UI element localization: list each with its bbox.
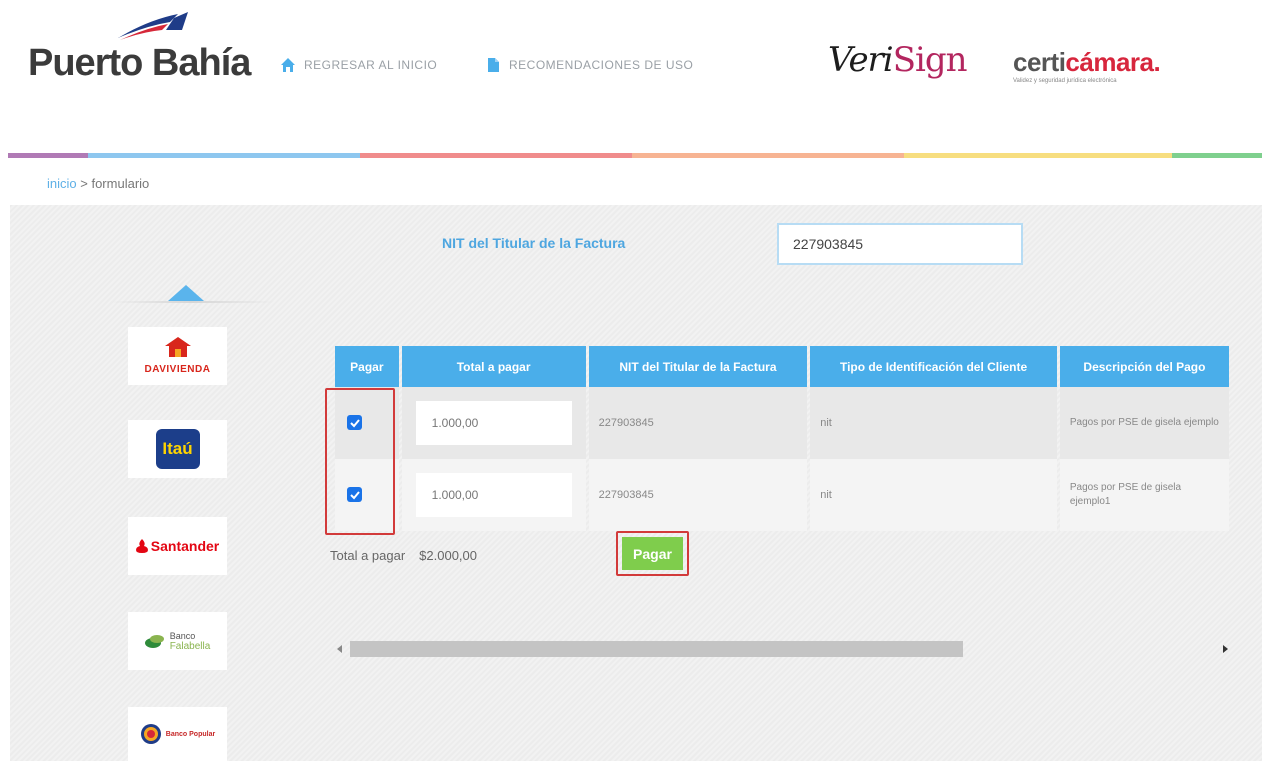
breadcrumb-separator: > bbox=[80, 176, 88, 191]
nit-label: NIT del Titular de la Factura bbox=[442, 235, 626, 251]
color-bar-segment bbox=[1172, 153, 1262, 158]
bank-falabella[interactable]: Banco Falabella bbox=[128, 612, 227, 670]
scroll-right-icon[interactable] bbox=[1223, 645, 1228, 653]
cell-total: 1.000,00 bbox=[401, 387, 586, 459]
certicamara-b: cámara. bbox=[1065, 47, 1161, 77]
bank-davivienda[interactable]: DAVIVIENDA bbox=[128, 327, 227, 385]
breadcrumb: inicio > formulario bbox=[47, 176, 149, 191]
cell-descripcion: Pagos por PSE de gisela ejemplo bbox=[1059, 387, 1229, 459]
color-bar-segment bbox=[360, 153, 632, 158]
color-bar-segment bbox=[904, 153, 1172, 158]
header: Puerto Bahía REGRESAR AL INICIO RECOMEND… bbox=[0, 0, 1262, 150]
scrollbar-thumb[interactable] bbox=[350, 641, 963, 657]
th-nit: NIT del Titular de la Factura bbox=[588, 346, 808, 387]
bank-santander[interactable]: Santander bbox=[128, 517, 227, 575]
certicamara-a: certi bbox=[1013, 47, 1066, 77]
bank-itau[interactable]: Itaú bbox=[128, 420, 227, 478]
falabella-text: Banco Falabella bbox=[170, 631, 211, 652]
total-summary: Total a pagar $2.000,00 bbox=[330, 548, 477, 563]
falabella-text-a: Banco bbox=[169, 630, 196, 641]
davivienda-logo: DAVIVIENDA bbox=[145, 337, 211, 375]
cell-tipo: nit bbox=[810, 459, 1057, 531]
scroll-left-icon[interactable] bbox=[337, 645, 342, 653]
popular-rainbow-icon bbox=[140, 724, 161, 744]
pay-button[interactable]: Pagar bbox=[622, 537, 683, 570]
verisign-logo: VeriSign bbox=[828, 40, 968, 80]
nav-home-link[interactable]: REGRESAR AL INICIO bbox=[280, 57, 437, 73]
santander-logo: Santander bbox=[135, 538, 220, 554]
cell-descripcion: Pagos por PSE de gisela ejemplo1 bbox=[1059, 459, 1229, 531]
falabella-leaf-icon bbox=[144, 635, 164, 648]
table-row: 1.000,00 227903845 nit Pagos por PSE de … bbox=[335, 459, 1229, 531]
cell-total: 1.000,00 bbox=[401, 459, 586, 531]
page-root: Puerto Bahía REGRESAR AL INICIO RECOMEND… bbox=[0, 0, 1262, 761]
home-icon bbox=[281, 58, 295, 72]
total-label: Total a pagar bbox=[330, 548, 406, 563]
table-header-row: Pagar Total a pagar NIT del Titular de l… bbox=[335, 346, 1229, 387]
table-row: 1.000,00 227903845 nit Pagos por PSE de … bbox=[335, 387, 1229, 459]
verisign-sign: Sign bbox=[892, 40, 968, 80]
th-descripcion: Descripción del Pago bbox=[1059, 346, 1229, 387]
bank-scroll-up-icon[interactable] bbox=[168, 285, 204, 301]
th-tipo: Tipo de Identificación del Cliente bbox=[810, 346, 1057, 387]
color-bar-segment bbox=[88, 153, 360, 158]
verisign-v: V bbox=[828, 40, 849, 80]
nit-input[interactable] bbox=[777, 223, 1023, 265]
popular-text: Banco Popular bbox=[165, 730, 216, 738]
santander-flame-icon bbox=[135, 539, 148, 553]
falabella-text-b: Falabella bbox=[169, 640, 211, 652]
th-pagar: Pagar bbox=[335, 346, 399, 387]
cell-nit: 227903845 bbox=[588, 459, 808, 531]
invoice-table: Pagar Total a pagar NIT del Titular de l… bbox=[332, 346, 1232, 531]
nav-recommendations-link[interactable]: RECOMENDACIONES DE USO bbox=[485, 57, 693, 73]
davivienda-house-icon bbox=[164, 337, 191, 357]
bank-divider bbox=[110, 301, 275, 303]
bank-popular[interactable]: Banco Popular bbox=[128, 707, 227, 761]
color-bar-segment bbox=[8, 153, 88, 158]
table-horizontal-scrollbar[interactable] bbox=[335, 641, 1230, 659]
cell-tipo: nit bbox=[810, 387, 1057, 459]
color-bar bbox=[8, 153, 1262, 158]
total-input[interactable]: 1.000,00 bbox=[415, 401, 572, 445]
main-content: NIT del Titular de la Factura DAVIVIENDA… bbox=[10, 205, 1262, 761]
popular-logo: Banco Popular bbox=[140, 723, 215, 745]
itau-logo: Itaú bbox=[155, 429, 200, 469]
color-bar-segment bbox=[632, 153, 904, 158]
certicamara-wordmark: certicámara. bbox=[1013, 47, 1161, 78]
cell-nit: 227903845 bbox=[588, 387, 808, 459]
checkbox-highlight-box bbox=[325, 388, 395, 535]
breadcrumb-current: formulario bbox=[91, 176, 150, 191]
santander-text: Santander bbox=[150, 538, 220, 554]
brand-logo[interactable]: Puerto Bahía bbox=[28, 8, 278, 88]
falabella-logo: Banco Falabella bbox=[144, 631, 211, 652]
certicamara-tagline: Validez y seguridad jurídica electrónica bbox=[1013, 78, 1117, 84]
invoice-table-wrapper: Pagar Total a pagar NIT del Titular de l… bbox=[332, 346, 1232, 534]
nav-home-label: REGRESAR AL INICIO bbox=[304, 58, 438, 72]
breadcrumb-home-link[interactable]: inicio bbox=[47, 176, 77, 191]
document-icon bbox=[488, 58, 499, 72]
certicamara-logo: certicámara. Validez y seguridad jurídic… bbox=[1013, 47, 1161, 84]
brand-swoosh-icon bbox=[118, 12, 188, 40]
total-value: $2.000,00 bbox=[419, 548, 478, 563]
brand-name: Puerto Bahía bbox=[28, 42, 251, 84]
total-input[interactable]: 1.000,00 bbox=[415, 473, 572, 517]
davivienda-text: DAVIVIENDA bbox=[144, 364, 211, 375]
th-total: Total a pagar bbox=[401, 346, 586, 387]
nav-recommendations-label: RECOMENDACIONES DE USO bbox=[509, 58, 694, 72]
verisign-eri: eri bbox=[848, 40, 893, 80]
